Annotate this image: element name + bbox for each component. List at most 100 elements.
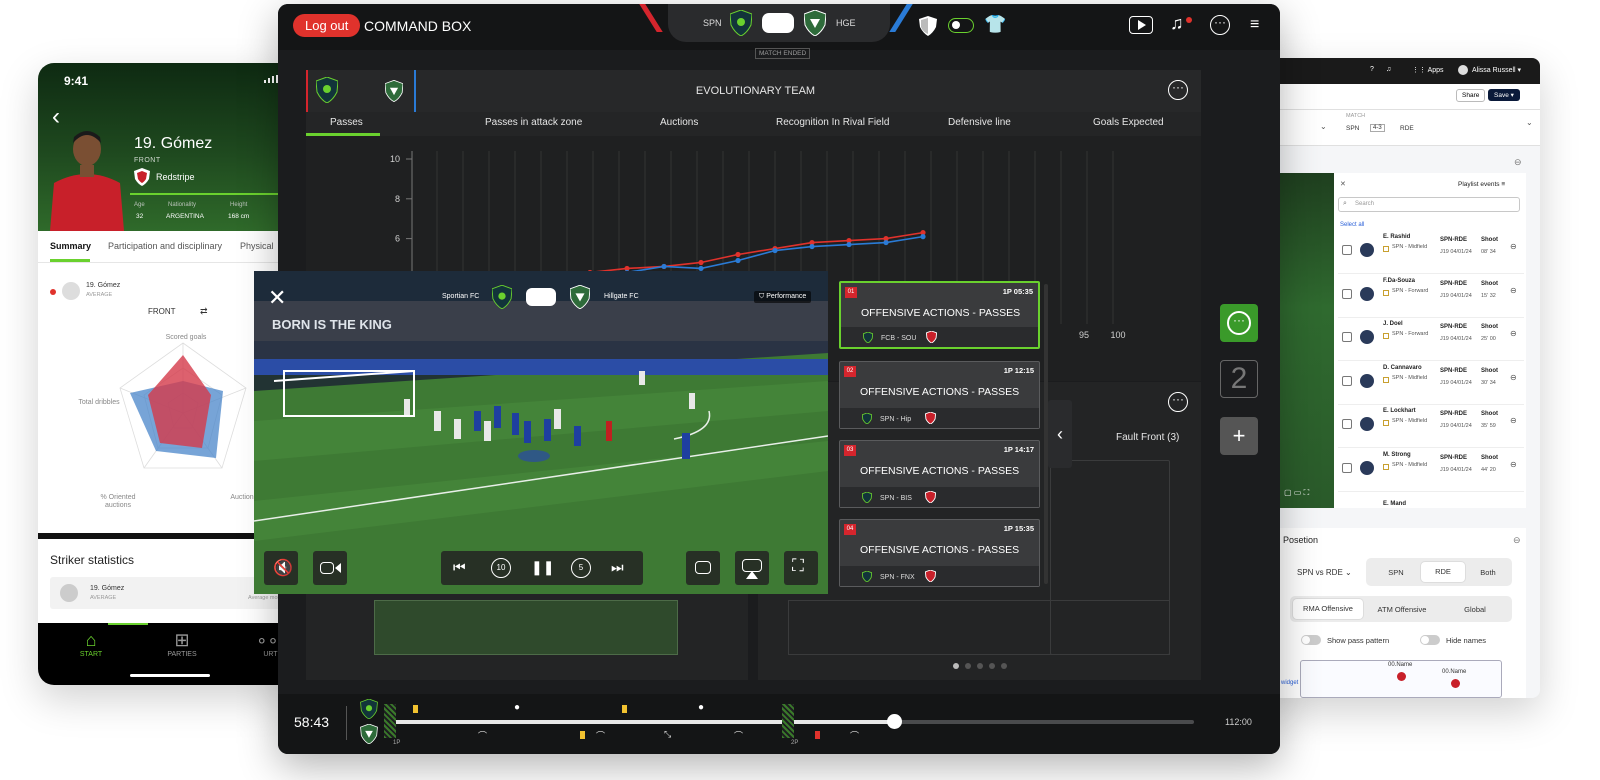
add-to-playlist-button[interactable] bbox=[686, 551, 720, 585]
video-controls-icons[interactable]: ▢ ▭ ⛶ bbox=[1284, 488, 1309, 498]
clip-card[interactable]: 04 1P 15:35 OFFENSIVE ACTIONS - PASSES SPN … bbox=[839, 519, 1040, 587]
tab-participation[interactable]: Participation and disciplinary bbox=[108, 241, 222, 251]
bell-icon[interactable]: ♫ bbox=[1386, 66, 1391, 73]
series-point[interactable] bbox=[846, 241, 852, 248]
segment-both[interactable]: Both bbox=[1468, 568, 1508, 577]
add-button[interactable]: + bbox=[1220, 417, 1258, 455]
yellow-card-marker[interactable] bbox=[622, 705, 627, 713]
close-icon[interactable]: ✕ bbox=[1340, 180, 1346, 188]
status-time: 9:41 bbox=[64, 74, 89, 88]
playlist-row[interactable]: E. Lockhart SPN - Midfield SPN-RDE J19 04/0… bbox=[1338, 406, 1524, 448]
segment-spn[interactable]: SPN bbox=[1376, 568, 1416, 577]
substitution-icon[interactable]: ⤡ bbox=[664, 729, 671, 740]
mute-button[interactable]: 🔇 bbox=[264, 551, 298, 585]
score-pill bbox=[526, 288, 556, 306]
series-point[interactable] bbox=[883, 239, 889, 246]
forward-button[interactable]: 5 bbox=[571, 558, 591, 578]
series-point[interactable] bbox=[920, 234, 926, 240]
playlist-row[interactable]: D. Cannavaro SPN - Midfield SPN-RDE J19 04/… bbox=[1338, 363, 1524, 405]
more-icon[interactable]: ⊖ bbox=[1514, 157, 1522, 168]
airplay-button[interactable] bbox=[735, 551, 769, 585]
segment-rde[interactable]: RDE bbox=[1421, 562, 1465, 582]
close-icon[interactable]: ✕ bbox=[268, 287, 286, 309]
yellow-card-marker[interactable] bbox=[580, 731, 585, 739]
row-checkbox[interactable] bbox=[1342, 462, 1352, 473]
series-point[interactable] bbox=[661, 263, 667, 270]
save-button[interactable]: Save ▾ bbox=[1488, 89, 1520, 101]
chevron-down-icon[interactable]: ⌄ bbox=[1526, 118, 1533, 127]
playlist-row[interactable]: M. Strong SPN - Midfield SPN-RDE J19 04/01/… bbox=[1338, 450, 1524, 492]
row-checkbox[interactable] bbox=[1342, 375, 1352, 386]
nav-start[interactable]: ⌂ START bbox=[61, 629, 121, 658]
stat-label: Age bbox=[134, 202, 145, 208]
collapse-panel-icon[interactable]: ‹ bbox=[1048, 400, 1072, 468]
pause-icon[interactable]: ❚❚ bbox=[531, 559, 554, 576]
rewind-button[interactable]: 10 bbox=[491, 558, 511, 578]
video-player[interactable]: BORN IS THE KING ✕ Sportian FC Hillgate … bbox=[254, 271, 828, 594]
toggle-pass-pattern[interactable] bbox=[1301, 635, 1321, 645]
swap-icon[interactable]: ⇄ bbox=[200, 306, 208, 317]
playlist-row[interactable]: J. Doel SPN - Forward SPN-RDE J19 04/01/24 S… bbox=[1338, 319, 1524, 361]
segment-global[interactable]: Global bbox=[1440, 605, 1510, 614]
video-thumbnail[interactable] bbox=[1280, 173, 1336, 508]
more-icon[interactable]: ⊖ bbox=[1513, 535, 1521, 546]
segment-rma-offensive[interactable]: RMA Offensive bbox=[1293, 599, 1363, 619]
clip-card[interactable]: 03 1P 14:17 OFFENSIVE ACTIONS - PASSES SPN … bbox=[839, 440, 1040, 508]
nav-parties[interactable]: ⊞ PARTIES bbox=[152, 629, 212, 658]
goal-ball-icon[interactable]: ● bbox=[698, 702, 704, 713]
user-menu[interactable]: Alissa Russell ▾ bbox=[1472, 66, 1521, 74]
share-button[interactable]: Share bbox=[1456, 89, 1486, 102]
more-icon[interactable]: ⊖ bbox=[1510, 286, 1517, 295]
row-match: SPN-RDE bbox=[1440, 367, 1468, 374]
boot-icon[interactable]: ⌒ bbox=[596, 729, 605, 742]
row-checkbox[interactable] bbox=[1342, 245, 1352, 255]
row-date: J19 04/01/24 bbox=[1440, 466, 1472, 473]
more-icon[interactable]: ⊖ bbox=[1510, 329, 1517, 338]
series-point[interactable] bbox=[735, 257, 741, 264]
boot-icon[interactable]: ⌒ bbox=[478, 729, 487, 742]
side-counter[interactable]: 2 bbox=[1220, 360, 1258, 398]
series-point[interactable] bbox=[698, 259, 704, 266]
avatar[interactable] bbox=[1458, 65, 1468, 75]
row-checkbox[interactable] bbox=[1342, 288, 1352, 299]
more-icon[interactable]: ⊖ bbox=[1510, 373, 1517, 382]
more-icon[interactable]: ⊖ bbox=[1510, 242, 1517, 251]
skip-previous-icon[interactable]: ⏮ bbox=[453, 559, 466, 576]
boot-icon[interactable]: ⌒ bbox=[734, 729, 743, 742]
playlist-row[interactable]: F.Da-Souza SPN - Forward SPN-RDE J19 04/01/… bbox=[1338, 276, 1524, 318]
widget-link[interactable]: widget bbox=[1281, 680, 1298, 686]
help-icon[interactable]: ? bbox=[1370, 66, 1374, 73]
more-icon[interactable]: ⊖ bbox=[1510, 460, 1517, 469]
clip-card[interactable]: 02 1P 12:15 OFFENSIVE ACTIONS - PASSES SPN … bbox=[839, 361, 1040, 429]
segment-atm-offensive[interactable]: ATM Offensive bbox=[1366, 605, 1438, 614]
row-checkbox[interactable] bbox=[1342, 419, 1352, 429]
clip-card[interactable]: 01 1P 05:35 OFFENSIVE ACTIONS - PASSES FCB … bbox=[839, 281, 1040, 349]
red-card-marker[interactable] bbox=[815, 731, 820, 739]
select-all-link[interactable]: Select all bbox=[1340, 222, 1364, 228]
clip-title: OFFENSIVE ACTIONS - PASSES bbox=[860, 386, 1020, 398]
series-point[interactable] bbox=[772, 247, 778, 254]
fullscreen-button[interactable]: ⛶ bbox=[784, 551, 818, 585]
skip-next-icon[interactable]: ⏭ bbox=[611, 559, 624, 576]
side-action-green[interactable]: ··· bbox=[1220, 304, 1258, 342]
apps-menu[interactable]: ⋮⋮ Apps bbox=[1412, 66, 1444, 74]
playlist-row[interactable]: E. Rashid SPN - Midfield SPN-RDE J19 04/01/… bbox=[1338, 232, 1524, 274]
camera-button[interactable] bbox=[313, 551, 347, 585]
tab-summary[interactable]: Summary bbox=[50, 241, 91, 251]
vs-select[interactable]: SPN vs RDE ⌄ bbox=[1297, 568, 1352, 577]
series-point[interactable] bbox=[735, 251, 741, 258]
boot-icon[interactable]: ⌒ bbox=[850, 729, 859, 742]
series-point[interactable] bbox=[809, 243, 815, 250]
pagination-dots[interactable] bbox=[950, 662, 1010, 670]
more-icon[interactable]: ··· bbox=[1168, 392, 1188, 412]
goal-ball-icon[interactable]: ● bbox=[514, 702, 520, 713]
clip-list-scrollbar[interactable] bbox=[1044, 284, 1048, 584]
pitch-icon: ⊞ bbox=[174, 630, 190, 650]
yellow-card-marker[interactable] bbox=[413, 705, 418, 713]
row-checkbox[interactable] bbox=[1342, 332, 1352, 342]
toggle-hide-names[interactable] bbox=[1420, 635, 1440, 645]
search-input[interactable]: Search bbox=[1338, 197, 1520, 212]
tab-physical[interactable]: Physical bbox=[240, 241, 274, 251]
chevron-down-icon[interactable]: ⌄ bbox=[1320, 122, 1327, 131]
more-icon[interactable]: ⊖ bbox=[1510, 416, 1517, 425]
